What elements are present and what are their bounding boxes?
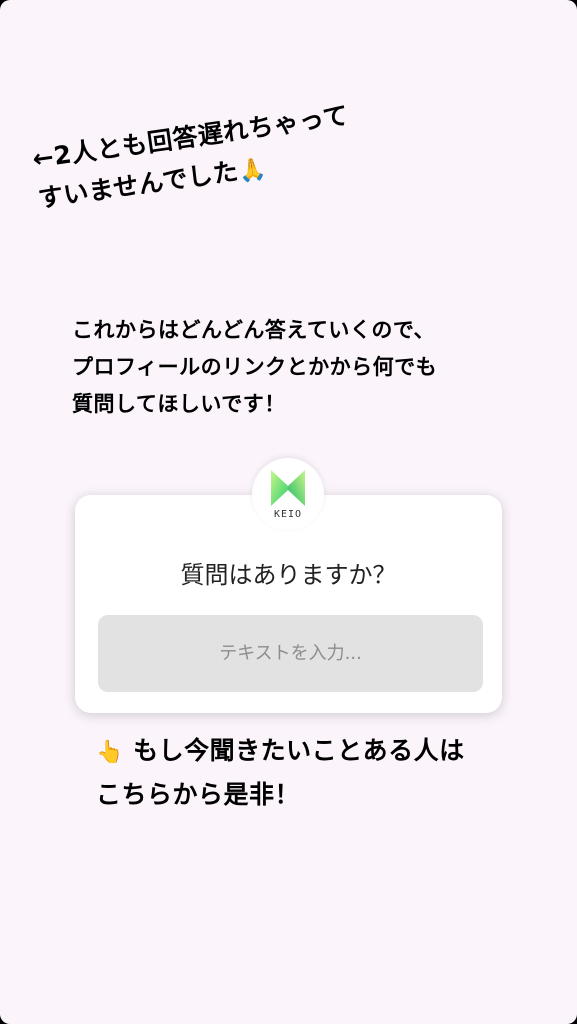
question-prompt: 質問はありますか？: [180, 561, 397, 589]
keio-logo-icon: [271, 470, 305, 506]
cta-line-2: こちらから是非！: [96, 780, 301, 809]
story-canvas: ←2人とも回答遅れちゃって すいませんでした🙏 これからはどんどん答えていくので…: [0, 0, 577, 1024]
message-text: これからはどんどん答えていくので、 プロフィールのリンクとかから何でも 質問して…: [72, 312, 542, 423]
praying-hands-icon: 🙏: [236, 156, 268, 186]
cta-text: 👆 もし今聞きたいことある人は こちらから是非！: [96, 730, 556, 816]
sticker-avatar: KEIO: [252, 458, 324, 530]
apology-text: ←2人とも回答遅れちゃって すいませんでした🙏: [30, 82, 457, 222]
question-answer-input[interactable]: [98, 615, 483, 692]
message-line-2: プロフィールのリンクとかから何でも: [72, 355, 438, 379]
cta-line-1-text: もし今聞きたいことある人は: [133, 736, 465, 765]
avatar-logo-text: KEIO: [273, 509, 303, 520]
cta-line-1: 👆 もし今聞きたいことある人は: [96, 730, 556, 774]
message-line-3: 質問してほしいです！: [72, 392, 286, 416]
message-line-1: これからはどんどん答えていくので、: [72, 318, 435, 342]
pointing-up-icon: 👆: [96, 740, 124, 765]
